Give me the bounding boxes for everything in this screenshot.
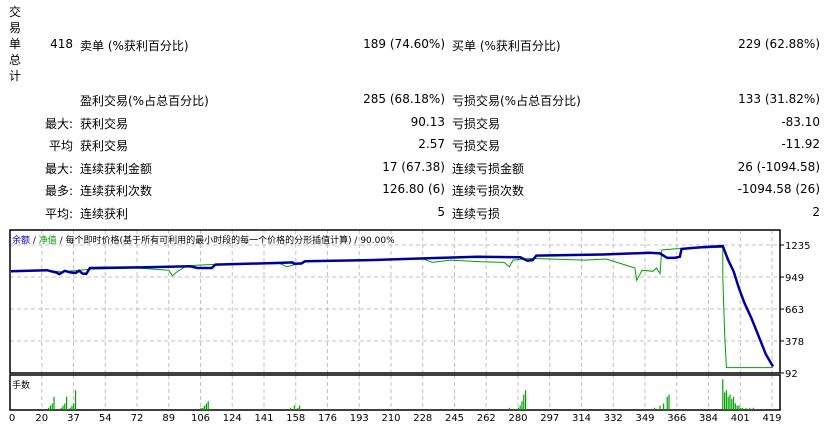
x-tick-label: 228 <box>413 413 432 424</box>
y-tick-label: 949 <box>785 273 804 284</box>
x-tick-label: 124 <box>223 413 242 424</box>
x-tick-label: 280 <box>508 413 527 424</box>
balance-chart: 0 20 37 54 72 89 106 124 141 158 176 193 210 228 245 26… <box>9 229 810 424</box>
volume-chart-frame <box>9 374 781 411</box>
x-tick-label: 37 <box>67 413 80 424</box>
x-tick-label: 89 <box>162 413 175 424</box>
chart-legend: 余额 / 净值 / 每个即时价格(基于所有可利用的最小时段的每一个价格的分形插值… <box>12 233 395 246</box>
x-tick-label: 141 <box>254 413 273 424</box>
x-tick-label: 54 <box>99 413 112 424</box>
legend-balance: 余额 <box>12 236 31 246</box>
main-chart-frame <box>9 229 781 374</box>
x-tick-label: 176 <box>318 413 337 424</box>
x-tick-label: 72 <box>131 413 144 424</box>
x-tick-label: 0 <box>9 413 15 424</box>
y-tick-label: 378 <box>785 337 804 348</box>
x-tick-label: 106 <box>191 413 210 424</box>
x-tick-label: 419 <box>762 413 781 424</box>
legend-description: / 每个即时价格(基于所有可利用的最小时段的每一个价格的分形插值计算) / 90… <box>56 236 395 246</box>
x-tick-label: 332 <box>604 413 623 424</box>
balance-line <box>10 244 775 368</box>
x-tick-label: 366 <box>667 413 686 424</box>
x-tick-label: 297 <box>540 413 559 424</box>
x-tick-label: 349 <box>635 413 654 424</box>
equity-line <box>10 246 773 369</box>
x-tick-label: 262 <box>477 413 496 424</box>
x-tick-label: 210 <box>381 413 400 424</box>
y-tick-label: 1235 <box>785 241 810 252</box>
volume-label: 手数 <box>12 381 31 391</box>
legend-separator: / <box>30 236 39 246</box>
legend-equity: 净值 <box>38 236 57 246</box>
x-tick-label: 384 <box>699 413 718 424</box>
y-tick-label: 663 <box>785 305 804 316</box>
x-tick-label: 401 <box>731 413 750 424</box>
y-tick-label: 92 <box>785 369 798 380</box>
x-tick-label: 158 <box>286 413 305 424</box>
x-tick-label: 314 <box>572 413 591 424</box>
x-tick-label: 193 <box>350 413 369 424</box>
x-tick-label: 20 <box>35 413 48 424</box>
x-tick-label: 245 <box>445 413 464 424</box>
